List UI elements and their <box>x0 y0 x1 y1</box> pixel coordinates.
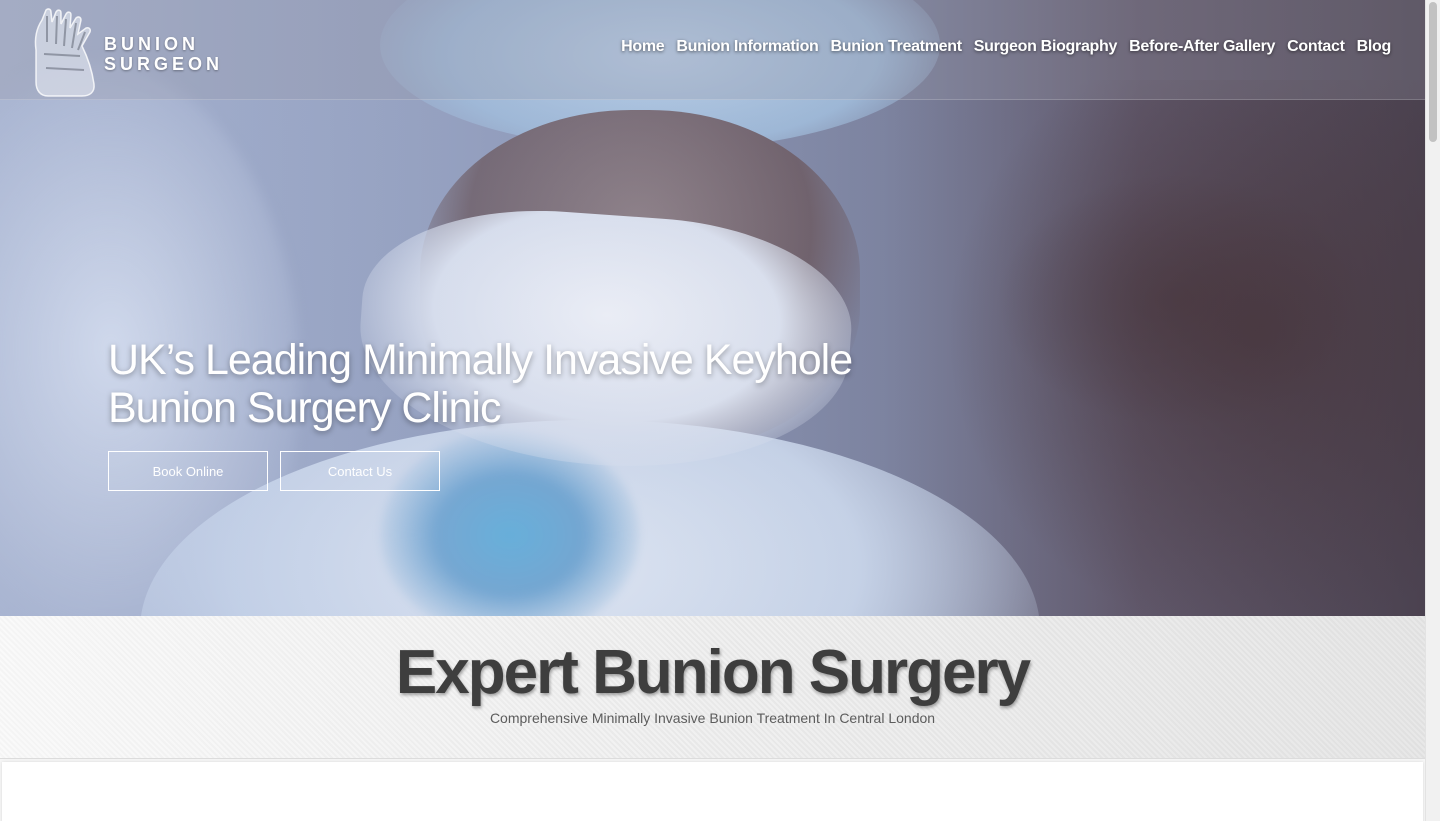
hero-title: UK’s Leading Minimally Invasive Keyhole … <box>108 336 868 432</box>
expert-section-header: Expert Bunion Surgery <box>0 616 1425 759</box>
logo-wordmark: BUNION SURGEON <box>104 34 223 74</box>
site-header: BUNION SURGEON Home Bunion Information B… <box>0 0 1425 100</box>
nav-item-blog[interactable]: Blog <box>1357 38 1392 56</box>
nav-item-surgeon-biography[interactable]: Surgeon Biography <box>974 38 1118 56</box>
section-title: Expert Bunion Surgery <box>395 638 1031 707</box>
nav-item-bunion-information[interactable]: Bunion Information <box>676 38 818 56</box>
site-logo[interactable]: BUNION SURGEON <box>30 6 220 98</box>
main-nav: Home Bunion Information Bunion Treatment… <box>621 38 1391 56</box>
section-subtitle: Comprehensive Minimally Invasive Bunion … <box>489 710 936 726</box>
nav-item-home[interactable]: Home <box>621 38 665 56</box>
logo-line1: BUNION <box>104 34 199 54</box>
hero-title-line2: Bunion Surgery Clinic <box>108 384 501 432</box>
nav-item-before-after-gallery[interactable]: Before-After Gallery <box>1129 38 1275 56</box>
page-scrollbar[interactable] <box>1425 0 1440 821</box>
nav-item-contact[interactable]: Contact <box>1287 38 1345 56</box>
logo-line2: SURGEON <box>104 54 224 74</box>
hero-title-line1: UK’s Leading Minimally Invasive Keyhole <box>108 336 853 384</box>
foot-bones-icon <box>34 8 95 97</box>
contact-us-button[interactable]: Contact Us <box>280 451 440 491</box>
nav-item-bunion-treatment[interactable]: Bunion Treatment <box>831 38 963 56</box>
book-online-button[interactable]: Book Online <box>108 451 268 491</box>
content-card <box>2 762 1423 821</box>
scrollbar-thumb[interactable] <box>1429 2 1437 142</box>
